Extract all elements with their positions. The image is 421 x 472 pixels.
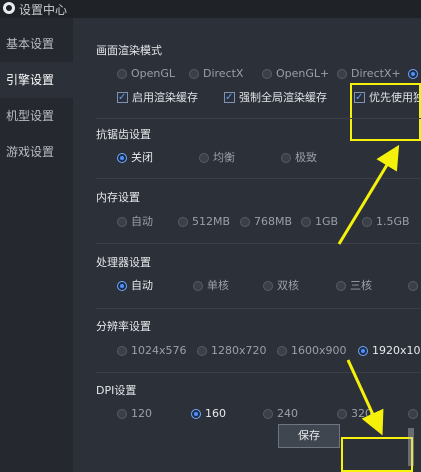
cpu-option-single-core[interactable]: 单核	[193, 278, 229, 294]
radio-icon	[408, 409, 418, 419]
render-option-directx[interactable]: DirectX	[189, 66, 243, 82]
dpi-title: DPI设置	[96, 384, 137, 397]
cpu-option-auto[interactable]: 自动	[117, 278, 153, 294]
radio-selected-icon	[408, 69, 418, 79]
resolution-option-1024x576[interactable]: 1024x576	[117, 343, 187, 359]
highlight-box-gpu	[350, 83, 421, 141]
radio-icon	[362, 217, 372, 227]
memory-option-auto[interactable]: 自动	[117, 214, 153, 230]
sidebar-item-game[interactable]: 游戏设置	[0, 134, 73, 170]
app-logo-icon	[3, 2, 15, 14]
radio-icon	[117, 217, 127, 227]
title-bar: 设置中心	[0, 0, 421, 18]
window-edge-decoration	[408, 428, 414, 466]
resolution-option-1600x900[interactable]: 1600x900	[277, 343, 347, 359]
engine-settings-panel: 画面渲染模式 OpenGL DirectX OpenGL+ DirectX+ 启…	[73, 18, 421, 472]
radio-icon	[337, 69, 347, 79]
radio-icon	[336, 281, 346, 291]
divider	[96, 178, 421, 179]
radio-selected-icon	[191, 409, 201, 419]
radio-selected-icon	[117, 281, 127, 291]
sidebar-item-engine[interactable]: 引擎设置	[0, 62, 73, 98]
window-title: 设置中心	[19, 3, 68, 17]
divider	[96, 308, 421, 309]
checkbox-checked-icon	[224, 90, 235, 106]
dpi-option-320[interactable]: 320	[337, 406, 372, 422]
dpi-option-160[interactable]: 160	[191, 406, 226, 422]
radio-selected-icon	[358, 346, 368, 356]
render-option-directx-plus[interactable]: DirectX+	[337, 66, 401, 82]
memory-option-768mb[interactable]: 768MB	[240, 214, 292, 230]
dpi-option-more[interactable]	[408, 406, 421, 422]
memory-option-1gb[interactable]: 1GB	[301, 214, 338, 230]
radio-icon	[263, 409, 273, 419]
force-global-cache-checkbox[interactable]: 强制全局渲染缓存	[224, 90, 327, 106]
cpu-option-more[interactable]	[408, 278, 421, 294]
memory-option-512mb[interactable]: 512MB	[178, 214, 230, 230]
memory-option-1-5gb[interactable]: 1.5GB	[362, 214, 410, 230]
radio-icon	[263, 281, 273, 291]
radio-icon	[117, 346, 127, 356]
divider	[96, 243, 421, 244]
enable-render-cache-checkbox[interactable]: 启用渲染缓存	[117, 90, 198, 106]
dpi-option-120[interactable]: 120	[117, 406, 152, 422]
dpi-option-240[interactable]: 240	[263, 406, 298, 422]
sidebar-item-basic[interactable]: 基本设置	[0, 26, 73, 62]
checkbox-checked-icon	[117, 90, 128, 106]
save-button[interactable]: 保存	[278, 424, 340, 448]
radio-icon	[281, 153, 291, 163]
radio-icon	[189, 69, 199, 79]
radio-icon	[262, 69, 272, 79]
cpu-option-triple-core[interactable]: 三核	[336, 278, 372, 294]
divider	[96, 118, 421, 119]
highlight-box-save	[341, 437, 413, 472]
render-option-opengl[interactable]: OpenGL	[117, 66, 175, 82]
render-option-opengl-plus[interactable]: OpenGL+	[262, 66, 329, 82]
antialias-title: 抗锯齿设置	[96, 128, 151, 141]
radio-icon	[408, 281, 418, 291]
radio-icon	[337, 409, 347, 419]
radio-selected-icon	[117, 153, 127, 163]
sidebar: 基本设置 引擎设置 机型设置 游戏设置	[0, 18, 73, 472]
radio-icon	[117, 409, 127, 419]
sidebar-item-device[interactable]: 机型设置	[0, 98, 73, 134]
resolution-option-1280x720[interactable]: 1280x720	[197, 343, 267, 359]
divider	[96, 372, 421, 373]
radio-icon	[197, 346, 207, 356]
radio-icon	[301, 217, 311, 227]
cpu-title: 处理器设置	[96, 256, 151, 269]
radio-icon	[199, 153, 209, 163]
radio-icon	[277, 346, 287, 356]
resolution-title: 分辨率设置	[96, 320, 151, 333]
cpu-option-dual-core[interactable]: 双核	[263, 278, 299, 294]
radio-icon	[178, 217, 188, 227]
antialias-option-balanced[interactable]: 均衡	[199, 150, 235, 166]
radio-icon	[240, 217, 250, 227]
radio-icon	[117, 69, 127, 79]
memory-title: 内存设置	[96, 191, 140, 204]
radio-icon	[193, 281, 203, 291]
antialias-option-off[interactable]: 关闭	[117, 150, 153, 166]
render-mode-title: 画面渲染模式	[96, 44, 162, 57]
antialias-option-extreme[interactable]: 极致	[281, 150, 317, 166]
render-option-selected[interactable]	[408, 66, 421, 82]
resolution-option-1920x1080[interactable]: 1920x108	[358, 343, 421, 359]
